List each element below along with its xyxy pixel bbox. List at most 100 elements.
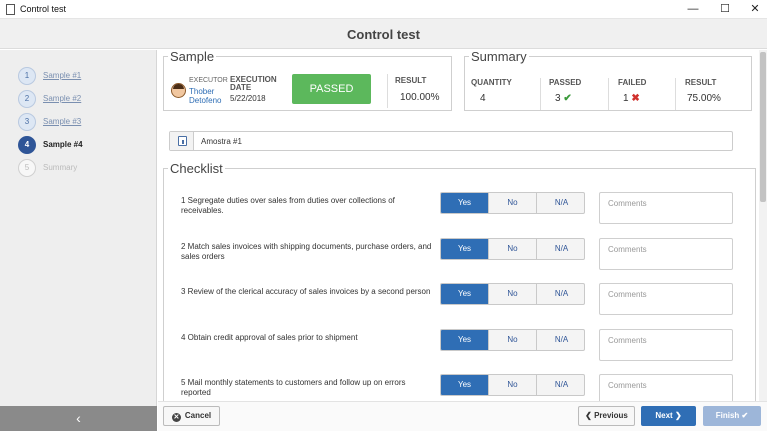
no-option[interactable]: No xyxy=(489,375,537,395)
step-label: Summary xyxy=(43,163,78,172)
step-label[interactable]: Sample #3 xyxy=(43,117,81,126)
cancel-button[interactable]: ✕ Cancel xyxy=(163,406,220,426)
na-option[interactable]: N/A xyxy=(537,239,584,259)
step-sample-2[interactable]: 2 Sample #2 xyxy=(18,90,148,108)
na-option[interactable]: N/A xyxy=(537,330,584,350)
quantity-label: QUANTITY xyxy=(471,78,512,87)
step-number: 4 xyxy=(18,136,36,154)
avatar xyxy=(171,83,186,98)
checklist-panel: Checklist 1 Segregate duties over sales … xyxy=(163,161,756,401)
execution-date: 5/22/2018 xyxy=(230,94,266,103)
scrollbar[interactable] xyxy=(759,50,767,401)
question-text: 5 Mail monthly statements to customers a… xyxy=(181,378,406,397)
scrollbar-thumb[interactable] xyxy=(760,52,766,202)
summary-legend: Summary xyxy=(471,50,527,64)
summary-panel: Summary QUANTITY 4 PASSED 3 ✔ FAILED 1 ✖… xyxy=(464,50,752,111)
footer-bar: ✕ Cancel ❮ Previous Next ❯ Finish ✔ xyxy=(158,401,767,431)
execution-date-label: EXECUTION DATE xyxy=(230,75,277,92)
sample-panel: Sample EXECUTOR Thober Detofeno EXECUTIO… xyxy=(163,50,452,111)
step-sample-3[interactable]: 3 Sample #3 xyxy=(18,113,148,131)
failed-value: 1 xyxy=(623,93,629,104)
no-option[interactable]: No xyxy=(489,330,537,350)
window-titlebar: Control test — ☐ ✕ xyxy=(0,0,767,19)
comments-field[interactable]: Comments xyxy=(599,374,733,401)
failed-label: FAILED xyxy=(618,78,647,87)
sample-icon-wrap xyxy=(170,132,194,150)
divider xyxy=(540,78,541,110)
na-option[interactable]: N/A xyxy=(537,284,584,304)
list-item: 2 Match sales invoices with shipping doc… xyxy=(164,238,764,278)
status-badge: PASSED xyxy=(292,74,371,104)
next-button[interactable]: Next ❯ xyxy=(641,406,696,426)
collapse-sidebar-button[interactable]: ‹ xyxy=(0,406,157,431)
step-number: 1 xyxy=(18,67,36,85)
no-option[interactable]: No xyxy=(489,239,537,259)
list-item: 5 Mail monthly statements to customers a… xyxy=(164,374,764,401)
no-option[interactable]: No xyxy=(489,193,537,213)
step-number: 2 xyxy=(18,90,36,108)
divider xyxy=(387,74,388,108)
finish-label: Finish xyxy=(715,411,740,420)
list-item: 4 Obtain credit approval of sales prior … xyxy=(164,329,764,369)
step-sample-1[interactable]: 1 Sample #1 xyxy=(18,67,148,85)
comments-field[interactable]: Comments xyxy=(599,192,733,224)
step-label[interactable]: Sample #2 xyxy=(43,94,81,103)
comments-placeholder: Comments xyxy=(608,290,647,299)
quantity-value: 4 xyxy=(480,93,486,104)
minimize-button[interactable]: — xyxy=(678,0,708,19)
close-button[interactable]: ✕ xyxy=(740,0,767,19)
maximize-button[interactable]: ☐ xyxy=(710,0,740,19)
chevron-right-icon: ❯ xyxy=(674,411,682,420)
page-title: Control test xyxy=(347,27,420,42)
comments-field[interactable]: Comments xyxy=(599,329,733,361)
chevron-left-icon: ❮ xyxy=(585,411,592,420)
comments-placeholder: Comments xyxy=(608,336,647,345)
executor-label: EXECUTOR xyxy=(189,77,228,84)
yes-option[interactable]: Yes xyxy=(441,284,489,304)
divider xyxy=(608,78,609,110)
finish-button[interactable]: Finish ✔ xyxy=(703,406,761,426)
question-text: 3 Review of the clerical accuracy of sal… xyxy=(181,287,431,296)
step-sample-4[interactable]: 4 Sample #4 xyxy=(18,136,148,154)
question-text: 4 Obtain credit approval of sales prior … xyxy=(181,333,358,342)
na-option[interactable]: N/A xyxy=(537,375,584,395)
question-text: 1 Segregate duties over sales from dutie… xyxy=(181,196,395,215)
yes-option[interactable]: Yes xyxy=(441,330,489,350)
comments-field[interactable]: Comments xyxy=(599,283,733,315)
na-option[interactable]: N/A xyxy=(537,193,584,213)
summary-passed: PASSED 3 ✔ xyxy=(549,78,581,104)
summary-result-label: RESULT xyxy=(685,78,717,87)
check-icon: ✔ xyxy=(563,93,572,104)
window-title: Control test xyxy=(20,4,67,14)
result-label: RESULT xyxy=(395,76,427,85)
yes-option[interactable]: Yes xyxy=(441,375,489,395)
passed-value: 3 xyxy=(555,93,561,104)
no-option[interactable]: No xyxy=(489,284,537,304)
step-number: 3 xyxy=(18,113,36,131)
comments-field[interactable]: Comments xyxy=(599,238,733,270)
yes-option[interactable]: Yes xyxy=(441,193,489,213)
previous-label: Previous xyxy=(594,411,628,420)
executor-name: Thober Detofeno xyxy=(189,87,222,105)
answer-toggle: Yes No N/A xyxy=(440,374,585,396)
sample-selector[interactable]: Amostra #1 xyxy=(169,131,733,151)
page-header: Control test xyxy=(0,19,767,49)
main-content: Sample EXECUTOR Thober Detofeno EXECUTIO… xyxy=(158,50,767,401)
step-summary: 5 Summary xyxy=(18,159,148,177)
checklist-legend: Checklist xyxy=(170,161,223,176)
clipboard-icon xyxy=(178,136,187,146)
list-item: 3 Review of the clerical accuracy of sal… xyxy=(164,283,764,323)
step-label: Sample #4 xyxy=(43,140,83,149)
next-label: Next xyxy=(655,411,673,420)
passed-label: PASSED xyxy=(549,78,582,87)
yes-option[interactable]: Yes xyxy=(441,239,489,259)
previous-button[interactable]: ❮ Previous xyxy=(578,406,635,426)
summary-quantity: QUANTITY 4 xyxy=(471,78,512,104)
answer-toggle: Yes No N/A xyxy=(440,238,585,260)
result-value: 100.00% xyxy=(400,92,440,103)
divider xyxy=(675,78,676,110)
chevron-left-icon: ‹ xyxy=(76,410,81,426)
steps-sidebar: 1 Sample #1 2 Sample #2 3 Sample #3 4 Sa… xyxy=(0,50,157,431)
step-label[interactable]: Sample #1 xyxy=(43,71,81,80)
sample-selector-value: Amostra #1 xyxy=(201,137,242,146)
